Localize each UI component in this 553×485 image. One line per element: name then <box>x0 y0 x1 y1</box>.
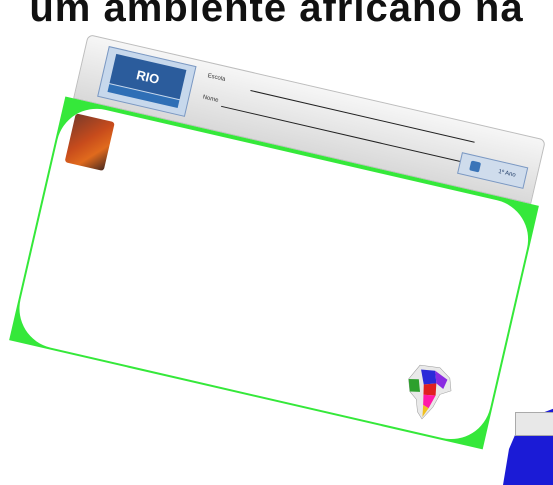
badge-label: 1º Ano <box>497 168 517 179</box>
page-headline: um ambiente africano na <box>29 0 524 30</box>
grade-badge: 1º Ano <box>457 152 529 189</box>
africa-map-icon <box>408 364 452 420</box>
school-label: Escola <box>206 73 226 83</box>
badge-icon <box>468 160 481 173</box>
school-field[interactable] <box>250 90 475 143</box>
corner-panel <box>515 412 553 436</box>
name-label: Nome <box>201 94 219 104</box>
worksheet-card: RIO Escola Nome 1º Ano <box>9 34 546 450</box>
portrait-photo <box>64 113 115 172</box>
rio-logo: RIO <box>97 45 197 117</box>
